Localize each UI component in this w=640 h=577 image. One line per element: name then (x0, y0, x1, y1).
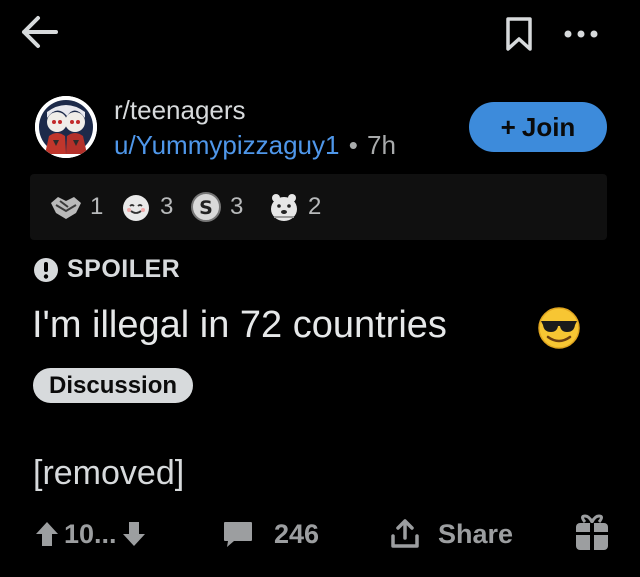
share-icon (391, 519, 419, 548)
bookmark-button[interactable] (504, 16, 534, 52)
subreddit-avatar[interactable] (35, 96, 97, 158)
award-item[interactable]: 1 (48, 174, 103, 240)
svg-text:S: S (199, 197, 213, 219)
upvote-arrow-icon[interactable] (34, 520, 60, 548)
share-button[interactable]: Share (390, 514, 513, 554)
award-count: 2 (308, 193, 322, 220)
anime-characters-avatar-icon (35, 96, 97, 158)
more-options-button[interactable] (562, 24, 602, 44)
award-item[interactable]: S 3 (188, 174, 243, 240)
author-username[interactable]: u/Yummypizzaguy1 (114, 130, 339, 160)
spoiler-tag: SPOILER (33, 255, 180, 284)
comment-count: 246 (274, 518, 320, 549)
awards-bar[interactable]: 1 3 S 3 2 (30, 174, 607, 240)
award-button[interactable] (572, 513, 612, 553)
comment-bubble-icon (224, 522, 252, 547)
post-age: 7h (367, 130, 396, 160)
arrow-left-icon (22, 16, 58, 48)
post-meta: u/Yummypizzaguy1 • 7h (114, 129, 396, 161)
award-count: 1 (90, 193, 104, 220)
join-button[interactable]: + Join (469, 102, 607, 152)
post-title[interactable]: I'm illegal in 72 countries (32, 300, 447, 350)
subreddit-name[interactable]: r/teenagers (114, 94, 246, 126)
more-horizontal-icon (564, 30, 598, 38)
spoiler-label: SPOILER (67, 255, 181, 283)
bear-award-icon (271, 194, 297, 221)
plus-icon: + (500, 111, 516, 142)
gift-icon (576, 514, 608, 550)
wholesome-award-icon (123, 195, 149, 221)
vote-score: 10... (64, 518, 117, 549)
meta-separator: • (348, 130, 358, 160)
award-item[interactable]: 3 (118, 174, 173, 240)
comments-button[interactable]: 246 (222, 514, 319, 554)
share-label: Share (438, 518, 514, 549)
post-body: [removed] (33, 454, 185, 492)
award-item[interactable]: 2 (266, 174, 321, 240)
bookmark-icon (506, 17, 532, 51)
vote-controls: 10... (34, 514, 147, 554)
post-flair[interactable]: Discussion (33, 368, 194, 403)
join-label: Join (521, 111, 576, 142)
award-count: 3 (160, 193, 174, 220)
silver-award-icon: S (191, 192, 221, 222)
back-button[interactable] (20, 14, 60, 50)
exclamation-icon (34, 257, 58, 282)
sunglasses-face-icon (536, 306, 582, 350)
award-count: 3 (230, 193, 244, 220)
handshake-award-icon (51, 197, 81, 219)
downvote-arrow-icon[interactable] (121, 520, 147, 548)
